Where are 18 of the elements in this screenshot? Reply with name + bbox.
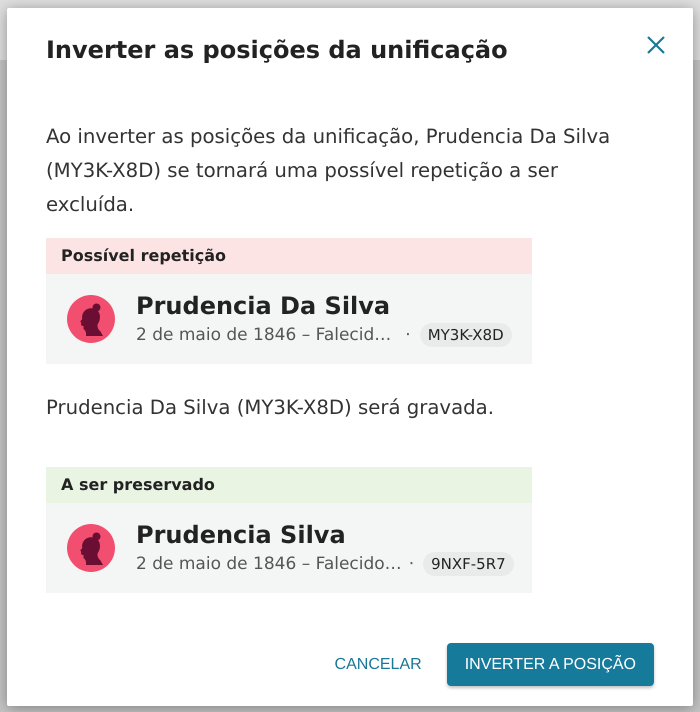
card-label: Possível repetição [61, 245, 226, 267]
life-dates-text: 2 de maio de 1846 – Falecido… [136, 552, 402, 576]
dialog-title: Inverter as posições da unificação [46, 35, 508, 65]
life-dates-text: 2 de maio de 1846 – Falecid… [136, 324, 392, 346]
close-icon[interactable] [647, 36, 665, 54]
woman-silhouette-icon [67, 295, 115, 343]
cancel-button[interactable]: CANCELAR [334, 644, 422, 686]
card-label: A ser preservado [61, 474, 215, 496]
message-text: Prudencia Da Silva (MY3K-X8D) será gravada. [46, 395, 495, 421]
person-id-badge: 9NXF-5R7 [423, 552, 514, 576]
person-name: Prudencia Da Silva [136, 292, 392, 320]
invert-position-button[interactable]: INVERTER A POSIÇÃO [446, 643, 654, 686]
woman-silhouette-icon [67, 524, 115, 572]
person-name: Prudencia Silva [136, 520, 347, 550]
message-text: Ao inverter as posições da unificação, Prudencia Da Silva (MY3K-X8D) se tornará uma possível repetição a ser excluída. [46, 124, 612, 218]
person-id-badge: MY3K-X8D [420, 322, 512, 346]
separator-dot: · [408, 552, 414, 576]
separator-dot: · [405, 324, 411, 346]
